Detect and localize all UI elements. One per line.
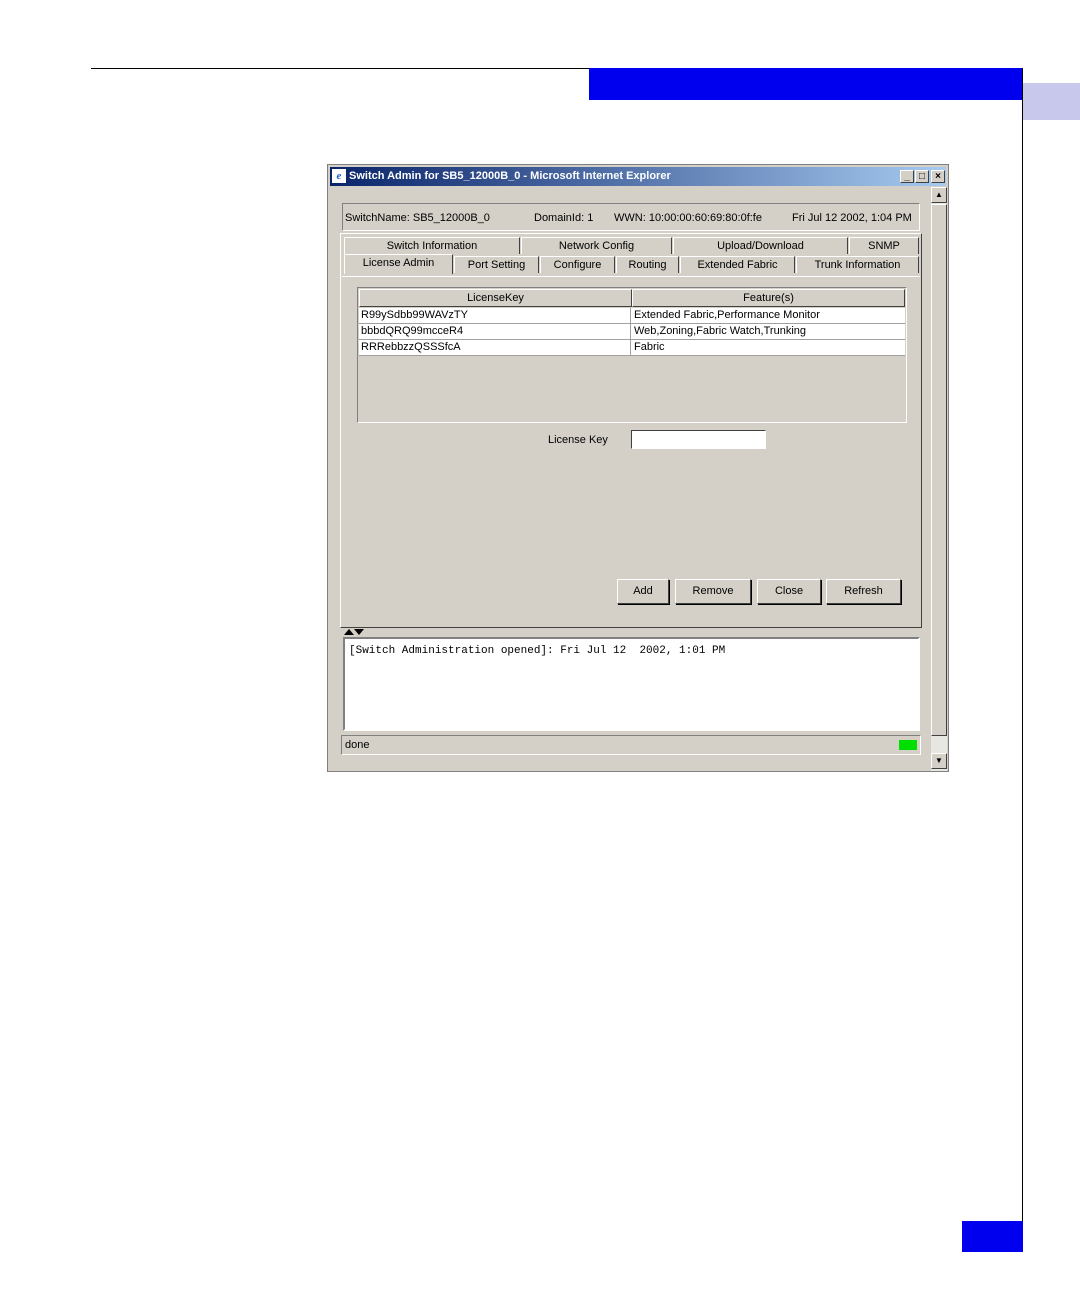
tab-configure[interactable]: Configure bbox=[540, 256, 615, 273]
tab-snmp[interactable]: SNMP bbox=[849, 237, 919, 254]
close-window-button[interactable]: × bbox=[931, 170, 945, 183]
table-row[interactable]: RRRebbzzQSSSfcA Fabric bbox=[359, 340, 905, 356]
column-header-features[interactable]: Feature(s) bbox=[632, 289, 905, 307]
license-table[interactable]: LicenseKey Feature(s) R99ySdbb99WAVzTY E… bbox=[357, 287, 907, 423]
tab-switch-information[interactable]: Switch Information bbox=[344, 237, 520, 254]
minimize-button[interactable]: _ bbox=[900, 170, 914, 183]
close-button[interactable]: Close bbox=[757, 579, 821, 604]
column-header-licensekey[interactable]: LicenseKey bbox=[359, 289, 632, 307]
features-cell: Extended Fabric,Performance Monitor bbox=[634, 309, 820, 321]
tab-license-admin[interactable]: License Admin bbox=[344, 254, 453, 274]
features-cell: Fabric bbox=[634, 341, 665, 353]
tab-routing[interactable]: Routing bbox=[616, 256, 679, 273]
license-key-input[interactable] bbox=[631, 430, 766, 449]
switch-admin-window: e Switch Admin for SB5_12000B_0 - Micros… bbox=[327, 164, 949, 772]
license-key-cell: bbbdQRQ99mcceR4 bbox=[359, 324, 631, 339]
domain-id: DomainId: 1 bbox=[534, 212, 594, 224]
scroll-thumb[interactable] bbox=[931, 204, 947, 736]
window-titlebar[interactable]: e Switch Admin for SB5_12000B_0 - Micros… bbox=[330, 167, 946, 186]
refresh-button[interactable]: Refresh bbox=[826, 579, 901, 604]
page-margin-rule bbox=[1022, 68, 1023, 1252]
log-textarea[interactable]: [Switch Administration opened]: Fri Jul … bbox=[343, 637, 920, 731]
license-key-cell: RRRebbzzQSSSfcA bbox=[359, 340, 631, 355]
tab-upload-download[interactable]: Upload/Download bbox=[673, 237, 848, 254]
applet-content: SwitchName: SB5_12000B_0 DomainId: 1 WWN… bbox=[340, 201, 922, 757]
vertical-scrollbar[interactable]: ▲ ▼ bbox=[931, 187, 947, 771]
page-side-tab bbox=[1023, 83, 1080, 120]
tab-trunk-information[interactable]: Trunk Information bbox=[796, 256, 919, 273]
tab-port-setting[interactable]: Port Setting bbox=[454, 256, 539, 273]
license-key-cell: R99ySdbb99WAVzTY bbox=[359, 308, 631, 323]
page-header-bar bbox=[589, 68, 1023, 100]
switch-name: SwitchName: SB5_12000B_0 bbox=[345, 212, 490, 224]
license-key-label: License Key bbox=[548, 434, 608, 446]
internet-explorer-icon: e bbox=[332, 169, 346, 183]
features-cell: Web,Zoning,Fabric Watch,Trunking bbox=[634, 325, 806, 337]
scroll-up-arrow-icon[interactable]: ▲ bbox=[931, 187, 947, 203]
maximize-button[interactable]: □ bbox=[915, 170, 929, 183]
tab-extended-fabric[interactable]: Extended Fabric bbox=[680, 256, 795, 273]
remove-button[interactable]: Remove bbox=[675, 579, 751, 604]
license-admin-panel: LicenseKey Feature(s) R99ySdbb99WAVzTY E… bbox=[342, 276, 920, 626]
info-datetime: Fri Jul 12 2002, 1:04 PM bbox=[792, 212, 912, 224]
window-title: Switch Admin for SB5_12000B_0 - Microsof… bbox=[349, 170, 671, 182]
scroll-down-arrow-icon[interactable]: ▼ bbox=[931, 753, 947, 769]
switch-info-bar: SwitchName: SB5_12000B_0 DomainId: 1 WWN… bbox=[342, 203, 920, 231]
add-button[interactable]: Add bbox=[617, 579, 669, 604]
tab-network-config[interactable]: Network Config bbox=[521, 237, 672, 254]
expand-down-arrow-icon[interactable] bbox=[354, 629, 364, 635]
status-indicator-icon bbox=[899, 740, 917, 750]
page-number-block bbox=[962, 1221, 1023, 1252]
tabbed-pane: Switch Information Network Config Upload… bbox=[340, 233, 922, 628]
expand-up-arrow-icon[interactable] bbox=[344, 629, 354, 635]
status-bar: done bbox=[341, 735, 921, 755]
table-row[interactable]: bbbdQRQ99mcceR4 Web,Zoning,Fabric Watch,… bbox=[359, 324, 905, 340]
wwn: WWN: 10:00:00:60:69:80:0f:fe bbox=[614, 212, 762, 224]
status-text: done bbox=[345, 739, 370, 751]
table-row[interactable]: R99ySdbb99WAVzTY Extended Fabric,Perform… bbox=[359, 308, 905, 324]
page-header-rule bbox=[91, 68, 589, 69]
split-pane-divider[interactable] bbox=[340, 629, 922, 637]
